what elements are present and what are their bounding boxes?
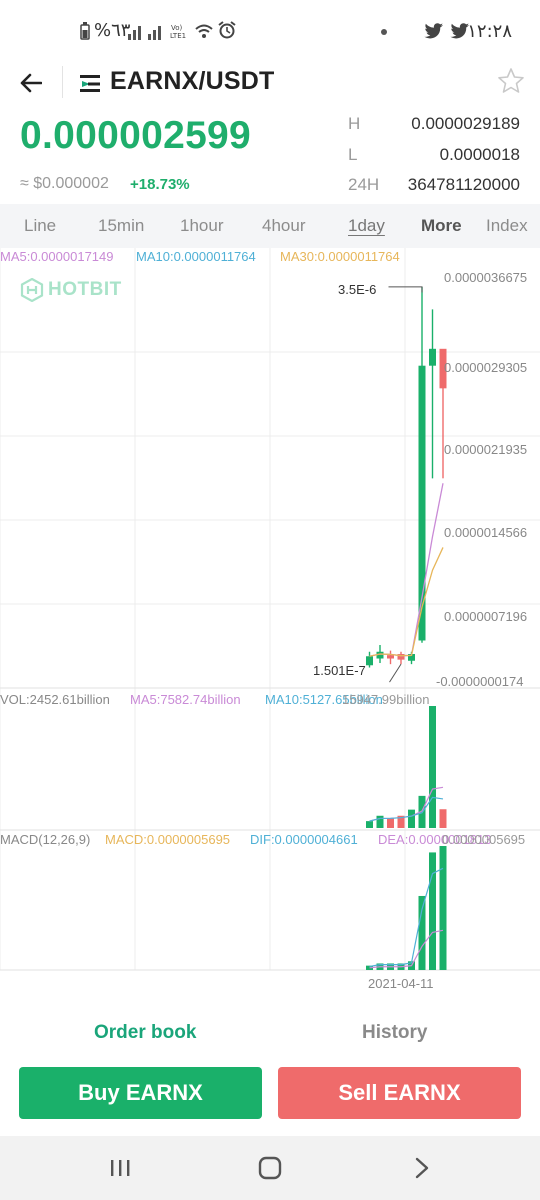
hotbit-watermark: HOTBIT bbox=[20, 277, 160, 303]
macd-axis-max: 0.0000005695 bbox=[442, 832, 526, 847]
price-axis-tick: -0.0000000174 bbox=[436, 674, 524, 689]
back-arrow-icon bbox=[20, 73, 42, 93]
buy-button[interactable]: Buy EARNX bbox=[19, 1067, 262, 1119]
price-axis-tick: 0.0000007196 bbox=[444, 609, 528, 624]
macd-bar bbox=[429, 852, 436, 970]
volume-bar bbox=[429, 706, 436, 828]
sell-button[interactable]: Sell EARNX bbox=[278, 1067, 521, 1119]
volume-bar bbox=[387, 818, 394, 828]
clock: ١٢:٢٨ bbox=[467, 21, 512, 42]
recents-icon bbox=[111, 1160, 130, 1176]
divider bbox=[62, 66, 63, 98]
android-nav-bar bbox=[0, 1136, 540, 1200]
ma30-value: MA30:0.0000011764 bbox=[280, 249, 400, 264]
vol-value: VOL:2452.61billion bbox=[0, 692, 110, 707]
signal-icon bbox=[128, 26, 161, 40]
tab-1day[interactable]: 1day bbox=[348, 216, 385, 236]
high-label: H bbox=[348, 114, 361, 133]
tab-more[interactable]: More bbox=[421, 216, 462, 236]
status-bar: %٦٣ Vo) LTE1 ١٢:٢٨ bbox=[0, 0, 540, 60]
recents-button[interactable] bbox=[100, 1150, 140, 1186]
volume-24h-value: 364781120000 bbox=[407, 175, 520, 194]
twitter-icon bbox=[424, 23, 443, 39]
history-link[interactable]: History bbox=[362, 1022, 427, 1044]
ma10-value: MA10:0.0000011764 bbox=[136, 249, 256, 264]
last-price: 0.000002599 bbox=[20, 114, 252, 157]
vol-axis-max: 15947.99billion bbox=[342, 692, 430, 707]
ma30-line bbox=[369, 547, 444, 657]
home-button[interactable] bbox=[250, 1150, 290, 1186]
price-change-percent: +18.73% bbox=[130, 176, 190, 193]
price-axis-tick: 0.0000021935 bbox=[444, 442, 528, 457]
tab-line[interactable]: Line bbox=[24, 216, 56, 236]
market-list-icon[interactable] bbox=[78, 73, 102, 93]
notification-dot-icon bbox=[381, 29, 387, 35]
price-axis-tick: 0.0000036675 bbox=[444, 270, 528, 285]
back-button[interactable] bbox=[14, 66, 48, 100]
pair-title[interactable]: EARNX/USDT bbox=[110, 67, 275, 96]
bottom-links: Order book History bbox=[0, 1020, 540, 1050]
macd-bar bbox=[439, 846, 447, 970]
macd-bar bbox=[418, 895, 426, 970]
home-icon bbox=[258, 1156, 282, 1180]
battery-percent: %٦٣ bbox=[94, 20, 131, 41]
svg-text:Vo): Vo) bbox=[171, 24, 183, 32]
favorite-star-icon[interactable] bbox=[496, 66, 526, 96]
candle bbox=[366, 656, 373, 666]
volume-bar bbox=[366, 821, 373, 828]
back-nav-button[interactable] bbox=[402, 1150, 442, 1186]
candle bbox=[387, 655, 394, 659]
volume-bar bbox=[376, 815, 384, 828]
high-value: 0.0000029189 bbox=[411, 114, 520, 133]
macd-params: MACD(12,26,9) bbox=[0, 832, 91, 847]
volume-bar bbox=[408, 809, 415, 828]
volte-icon: Vo) LTE1 bbox=[170, 24, 186, 39]
high-annotation: 3.5E-6 bbox=[338, 282, 377, 297]
svg-text:LTE1: LTE1 bbox=[170, 32, 186, 39]
tab-15min[interactable]: 15min bbox=[98, 216, 144, 236]
low-marker-line bbox=[389, 663, 402, 683]
usd-approx-price: ≈ $0.000002 bbox=[20, 175, 109, 192]
dif-value: DIF:0.0000004661 bbox=[250, 832, 358, 847]
chevron-right-icon bbox=[415, 1157, 429, 1179]
order-book-link[interactable]: Order book bbox=[94, 1022, 196, 1044]
top-bar: EARNX/USDT bbox=[0, 60, 540, 106]
candle bbox=[429, 348, 436, 366]
ma5-value: MA5:0.0000017149 bbox=[0, 249, 114, 264]
wifi-icon bbox=[195, 24, 213, 38]
volume-24h-label: 24H bbox=[348, 175, 380, 194]
battery-icon bbox=[80, 22, 90, 40]
low-label: L bbox=[348, 145, 358, 164]
interval-tabs: Line 15min 1hour 4hour 1day More Index bbox=[0, 204, 540, 248]
low-annotation: 1.501E-7 bbox=[313, 663, 366, 678]
price-axis-tick: 0.0000029305 bbox=[444, 360, 528, 375]
tab-4hour[interactable]: 4hour bbox=[262, 216, 305, 236]
price-axis-tick: 0.0000014566 bbox=[444, 525, 528, 540]
x-axis-date: 2021-04-11 bbox=[368, 976, 434, 991]
watermark-text: HOTBIT bbox=[48, 279, 122, 300]
tab-1hour[interactable]: 1hour bbox=[180, 216, 223, 236]
macd-value: MACD:0.0000005695 bbox=[105, 832, 231, 847]
alarm-icon bbox=[218, 21, 236, 39]
low-value: 0.0000018 bbox=[439, 145, 520, 164]
tab-index[interactable]: Index bbox=[486, 216, 528, 236]
vol-ma5-value: MA5:7582.74billion bbox=[130, 692, 241, 707]
volume-bar bbox=[439, 809, 447, 828]
hotbit-logo-icon bbox=[20, 278, 44, 302]
